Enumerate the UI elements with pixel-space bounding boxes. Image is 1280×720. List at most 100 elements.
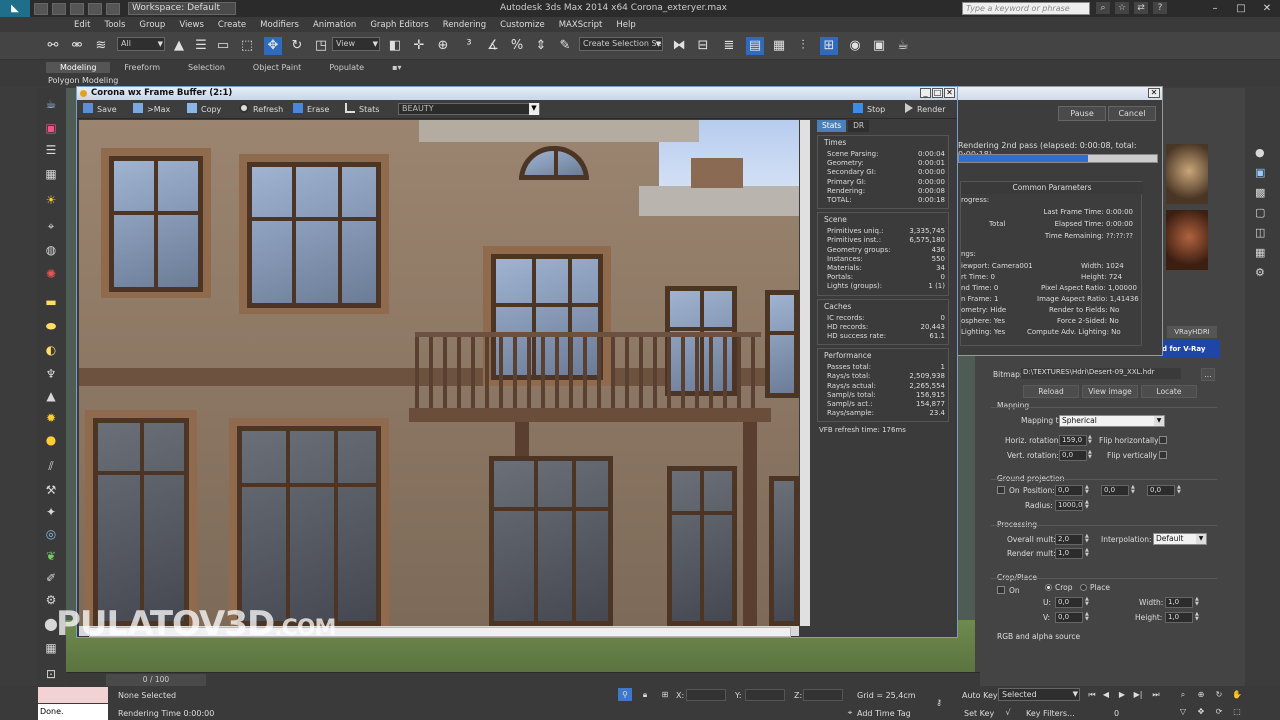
- unlink-icon[interactable]: ⚮: [68, 37, 86, 55]
- orbit-icon[interactable]: ↻: [1212, 688, 1226, 701]
- vfb-save-button[interactable]: Save: [83, 103, 117, 116]
- crop-width-spinner[interactable]: ▲ ▼: [1195, 597, 1200, 608]
- next-frame-icon[interactable]: ▶|: [1132, 688, 1144, 701]
- percent-snap-icon[interactable]: %: [508, 37, 526, 55]
- tab-selection[interactable]: Selection: [174, 62, 239, 73]
- prev-frame-icon[interactable]: ◀: [1100, 688, 1112, 701]
- globe-icon[interactable]: ◎: [42, 526, 60, 542]
- position-y-field[interactable]: 0,0: [1101, 485, 1129, 496]
- star-icon[interactable]: ☆: [1115, 2, 1129, 14]
- position-z-field[interactable]: 0,0: [1147, 485, 1175, 496]
- menu-views[interactable]: Views: [179, 20, 204, 30]
- horiz-rotation-field[interactable]: 159,0: [1059, 435, 1087, 446]
- move-icon[interactable]: ✥: [264, 37, 282, 55]
- ribbon-subtitle[interactable]: Polygon Modeling: [48, 76, 118, 85]
- backlight-icon[interactable]: ▣: [1255, 166, 1265, 179]
- maxscript-listener-output[interactable]: Done.: [38, 704, 108, 720]
- open-file-icon[interactable]: [52, 2, 66, 15]
- vfb-maximize-icon[interactable]: □: [932, 88, 943, 98]
- key-mode-dropdown[interactable]: Selected: [998, 688, 1080, 701]
- camera-icon[interactable]: ⌖: [42, 218, 60, 234]
- selection-lock-icon[interactable]: 🔒︎: [638, 688, 652, 701]
- vfb-erase-button[interactable]: Erase: [293, 103, 329, 116]
- vfb-stop-button[interactable]: Stop: [853, 103, 885, 116]
- ribbon-options-icon[interactable]: ▪▾: [378, 62, 415, 73]
- render-mult-spinner[interactable]: ▲ ▼: [1085, 548, 1090, 559]
- flip-vertically-checkbox[interactable]: [1159, 451, 1167, 459]
- exchange-icon[interactable]: ⇄: [1134, 2, 1148, 14]
- tab-dr[interactable]: DR: [848, 120, 870, 132]
- brush-icon[interactable]: ✐: [42, 570, 60, 586]
- vfb-refresh-button[interactable]: Refresh: [239, 103, 283, 116]
- set-key-button[interactable]: Set Key: [964, 709, 994, 718]
- locate-button[interactable]: Locate: [1141, 385, 1197, 398]
- u-field[interactable]: 0,0: [1055, 597, 1083, 608]
- menu-graph-editors[interactable]: Graph Editors: [370, 20, 428, 30]
- key-icon[interactable]: ⚷: [932, 696, 946, 709]
- view-image-button[interactable]: View image: [1082, 385, 1138, 398]
- vert-rotation-field[interactable]: 0,0: [1059, 450, 1087, 461]
- current-frame-field[interactable]: 0: [1114, 709, 1119, 718]
- absolute-mode-icon[interactable]: ⊞: [658, 688, 672, 701]
- vfb-render-button[interactable]: Render: [905, 103, 945, 116]
- new-file-icon[interactable]: [34, 2, 48, 15]
- tab-freeform[interactable]: Freeform: [110, 62, 174, 73]
- schematic-view-icon[interactable]: ⊞: [820, 37, 838, 55]
- table-icon[interactable]: ▦: [42, 166, 60, 182]
- plant-icon[interactable]: ❦: [42, 548, 60, 564]
- workspace-dropdown[interactable]: Workspace: Default: [128, 2, 236, 15]
- add-time-tag[interactable]: Add Time Tag: [857, 709, 911, 718]
- search-input[interactable]: Type a keyword or phrase: [962, 2, 1090, 15]
- maximize-icon[interactable]: □: [1228, 0, 1254, 17]
- cone-icon[interactable]: ♆: [42, 366, 60, 382]
- menu-customize[interactable]: Customize: [500, 20, 545, 30]
- help-icon[interactable]: ?: [1153, 2, 1167, 14]
- pyramid-icon[interactable]: ▲: [42, 388, 60, 404]
- list-icon[interactable]: ☰: [42, 142, 60, 158]
- tab-stats[interactable]: Stats: [817, 120, 847, 132]
- position-y-spinner[interactable]: ▲ ▼: [1131, 485, 1136, 496]
- rect-selection-icon[interactable]: ▭: [214, 37, 232, 55]
- maximize-viewport-icon[interactable]: ⬚: [1230, 705, 1244, 718]
- render-icon[interactable]: ☕: [894, 37, 912, 55]
- scale-icon[interactable]: ◳: [312, 37, 330, 55]
- place-radio[interactable]: [1080, 584, 1087, 591]
- time-slider[interactable]: 0 / 100: [66, 672, 980, 686]
- reload-button[interactable]: Reload: [1023, 385, 1079, 398]
- link-icon[interactable]: ⚯: [44, 37, 62, 55]
- checker-icon[interactable]: ▩: [1255, 186, 1265, 199]
- y-coordinate-field[interactable]: [745, 689, 785, 701]
- arc-rotate-icon[interactable]: ⟳: [1212, 705, 1226, 718]
- rotate-icon[interactable]: ↻: [288, 37, 306, 55]
- vfb-tomax-button[interactable]: >Max: [133, 103, 170, 116]
- ground-on-checkbox[interactable]: [997, 486, 1005, 494]
- app-logo-icon[interactable]: ◣: [0, 0, 30, 17]
- render-image[interactable]: [79, 120, 799, 626]
- render-pass-dropdown[interactable]: BEAUTY: [398, 103, 540, 115]
- scene-explorer-icon[interactable]: ▤: [746, 37, 764, 55]
- binoculars-icon[interactable]: ⌕: [1096, 2, 1110, 14]
- bitmap-path[interactable]: D:\TEXTURES\Hdri\Desert-09_XXL.hdr: [1021, 368, 1181, 379]
- bitmap-browse-button[interactable]: ...: [1201, 368, 1215, 381]
- close-icon[interactable]: ✕: [1254, 0, 1280, 17]
- mirror-icon[interactable]: ⧓: [670, 37, 688, 55]
- selection-filter-dropdown[interactable]: All: [117, 37, 165, 51]
- material-slot-1[interactable]: [1166, 144, 1208, 204]
- select-by-name-icon[interactable]: ☰: [192, 37, 210, 55]
- play-icon[interactable]: ▶: [1116, 688, 1128, 701]
- layer-manager-icon[interactable]: ≣: [720, 37, 738, 55]
- edit-named-selection-icon[interactable]: ✎: [556, 37, 574, 55]
- radius-field[interactable]: 1000,0: [1055, 500, 1083, 511]
- spinner-snap-icon[interactable]: ⇕: [532, 37, 550, 55]
- ref-coord-dropdown[interactable]: View: [332, 37, 380, 51]
- align-icon[interactable]: ⊟: [694, 37, 712, 55]
- fov-icon[interactable]: ▽: [1176, 705, 1190, 718]
- circle-icon[interactable]: ●: [42, 432, 60, 448]
- video-color-icon[interactable]: ◫: [1255, 226, 1265, 239]
- vert-rotation-spinner[interactable]: ▲ ▼: [1088, 450, 1093, 461]
- graphite-icon[interactable]: ▦: [770, 37, 788, 55]
- pivot-center-icon[interactable]: ◧: [386, 37, 404, 55]
- rendering-dialog-close-icon[interactable]: ✕: [1148, 88, 1160, 98]
- vfb-minimize-icon[interactable]: _: [920, 88, 931, 98]
- material-slot-2[interactable]: [1166, 210, 1208, 270]
